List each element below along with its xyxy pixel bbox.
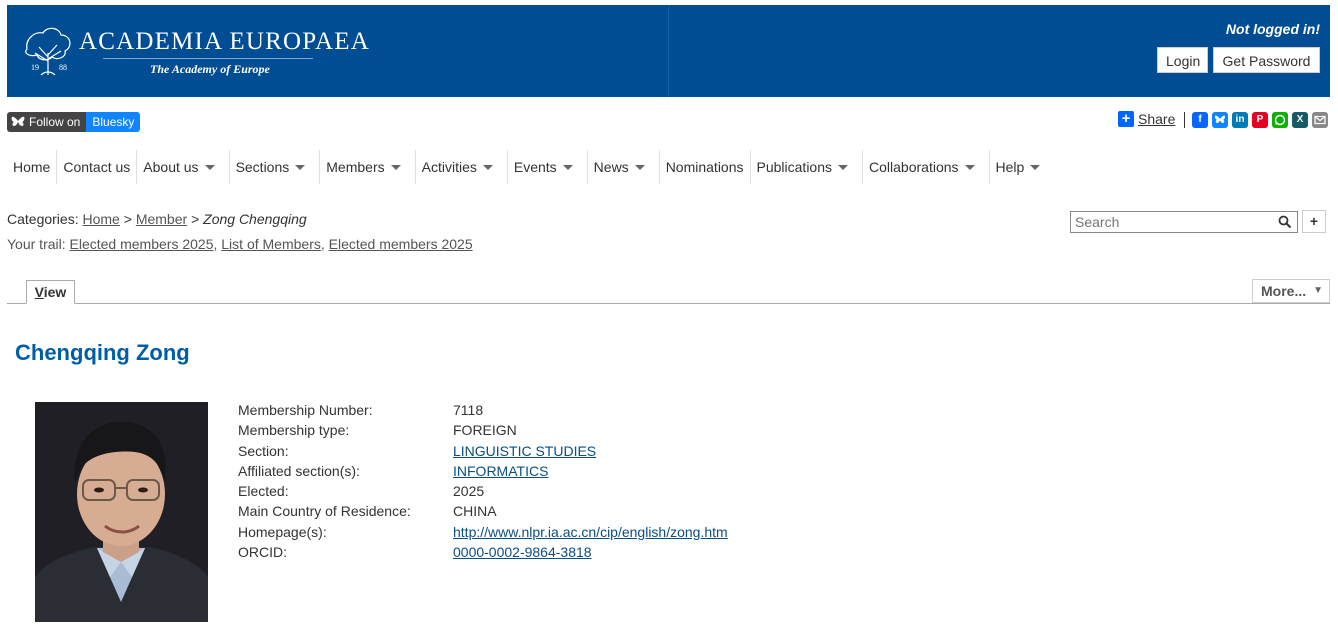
tree-logo-icon <box>25 27 71 76</box>
your-trail: Your trail: Elected members 2025, List o… <box>7 236 473 252</box>
section-link[interactable]: LINGUISTIC STUDIES <box>453 443 596 459</box>
logo-title: ACADEMIA EUROPAEA <box>79 28 371 55</box>
share-divider <box>1184 112 1185 128</box>
email-icon[interactable] <box>1312 112 1328 128</box>
detail-label: Main Country of Residence: <box>238 503 411 520</box>
detail-row: Membership Number: 7118 <box>238 402 728 422</box>
nav-item-collaborations[interactable]: Collaborations <box>863 150 990 184</box>
logo-year-right: 88 <box>59 63 67 72</box>
trail-link[interactable]: Elected members 2025 <box>329 236 473 252</box>
detail-row: Affiliated section(s): INFORMATICS <box>238 463 728 483</box>
detail-label: Membership type: <box>238 422 350 439</box>
orcid-link[interactable]: 0000-0002-9864-3818 <box>453 544 592 560</box>
bluesky-follow-label: Follow on <box>29 115 81 129</box>
share-plus-icon: + <box>1118 111 1134 127</box>
nav-item-activities[interactable]: Activities <box>416 150 508 184</box>
detail-label: Affiliated section(s): <box>238 462 360 479</box>
site-header: 19 88 ACADEMIA EUROPAEA The Academy of E… <box>7 5 1330 97</box>
homepage-link[interactable]: http://www.nlpr.ia.ac.cn/cip/english/zon… <box>453 524 728 540</box>
bluesky-name-label: Bluesky <box>86 112 141 132</box>
facebook-icon[interactable]: f <box>1192 112 1208 128</box>
login-button[interactable]: Login <box>1157 47 1208 73</box>
more-dropdown[interactable]: More... ▼ <box>1252 279 1330 303</box>
breadcrumb-current: Zong Chengqing <box>203 211 307 227</box>
nav-item-nominations[interactable]: Nominations <box>660 150 751 184</box>
search-icon[interactable] <box>1278 215 1292 229</box>
share-label: Share <box>1138 111 1176 127</box>
login-status: Not logged in! <box>1225 21 1320 37</box>
detail-label: Homepage(s): <box>238 523 327 540</box>
nav-item-events[interactable]: Events <box>508 150 588 184</box>
affiliated-section-link[interactable]: INFORMATICS <box>453 463 548 479</box>
page-title: Chengqing Zong <box>15 340 190 365</box>
nav-item-sections[interactable]: Sections <box>230 150 321 184</box>
nav-item-publications[interactable]: Publications <box>751 150 864 184</box>
detail-row: Membership type: FOREIGN <box>238 422 728 442</box>
detail-label: Section: <box>238 442 289 459</box>
membership-type: FOREIGN <box>453 422 517 439</box>
bluesky-icon[interactable] <box>1212 112 1228 128</box>
nav-item-about-us[interactable]: About us <box>137 150 230 184</box>
chevron-down-icon <box>482 164 493 170</box>
nav-item-members[interactable]: Members <box>320 150 416 184</box>
trail-link[interactable]: List of Members <box>221 236 321 252</box>
member-details: Membership Number: 7118 Membership type:… <box>238 402 728 564</box>
whatsapp-icon[interactable] <box>1272 112 1288 128</box>
add-button[interactable]: + <box>1302 210 1326 233</box>
detail-row: Main Country of Residence: CHINA <box>238 503 728 523</box>
nav-item-news[interactable]: News <box>588 150 660 184</box>
chevron-down-icon <box>634 164 645 170</box>
logo-divider <box>103 58 313 59</box>
nav-item-contact-us[interactable]: Contact us <box>57 150 138 184</box>
detail-row: ORCID: 0000-0002-9864-3818 <box>238 544 728 564</box>
detail-row: Homepage(s): http://www.nlpr.ia.ac.cn/ci… <box>238 524 728 544</box>
share-button[interactable]: + Share <box>1118 111 1175 127</box>
detail-label: Elected: <box>238 483 289 500</box>
chevron-down-icon <box>838 164 849 170</box>
search-input[interactable] <box>1071 212 1271 232</box>
tab-view[interactable]: View <box>26 280 75 304</box>
chevron-down-icon: ▼ <box>1313 285 1323 296</box>
chevron-down-icon <box>964 164 975 170</box>
nav-item-help[interactable]: Help <box>990 150 1047 184</box>
bluesky-follow-button[interactable]: Follow on Bluesky <box>7 112 141 132</box>
site-logo[interactable]: 19 88 ACADEMIA EUROPAEA The Academy of E… <box>19 23 369 83</box>
breadcrumb-home-link[interactable]: Home <box>82 211 119 227</box>
chevron-down-icon <box>562 164 573 170</box>
linkedin-icon[interactable]: in <box>1232 112 1248 128</box>
breadcrumb: Categories: Home > Member > Zong Chengqi… <box>7 211 307 227</box>
chevron-down-icon <box>204 164 215 170</box>
pinterest-icon[interactable]: P <box>1252 112 1268 128</box>
member-photo <box>35 402 208 622</box>
nav-item-home[interactable]: Home <box>7 150 58 184</box>
header-divider <box>668 5 669 97</box>
logo-subtitle: The Academy of Europe <box>150 62 270 76</box>
social-share-icons: f in P X <box>1192 112 1328 128</box>
detail-label: Membership Number: <box>238 402 373 418</box>
breadcrumb-member-link[interactable]: Member <box>136 211 187 227</box>
chevron-down-icon <box>1030 164 1041 170</box>
get-password-button[interactable]: Get Password <box>1213 47 1320 73</box>
tabs-baseline <box>7 303 1330 304</box>
logo-year-left: 19 <box>31 63 39 72</box>
butterfly-icon <box>11 116 25 126</box>
country-of-residence: CHINA <box>453 503 497 520</box>
xing-icon[interactable]: X <box>1292 112 1308 128</box>
chevron-down-icon <box>295 164 306 170</box>
detail-row: Elected: 2025 <box>238 483 728 503</box>
elected-year: 2025 <box>453 483 485 500</box>
chevron-down-icon <box>390 164 401 170</box>
detail-row: Section: LINGUISTIC STUDIES <box>238 443 728 463</box>
search-box <box>1070 211 1298 233</box>
trail-link[interactable]: Elected members 2025 <box>70 236 214 252</box>
detail-label: ORCID: <box>238 544 287 561</box>
membership-number: 7118 <box>453 402 484 418</box>
main-nav: Home Contact us About us Sections Member… <box>7 150 1046 184</box>
